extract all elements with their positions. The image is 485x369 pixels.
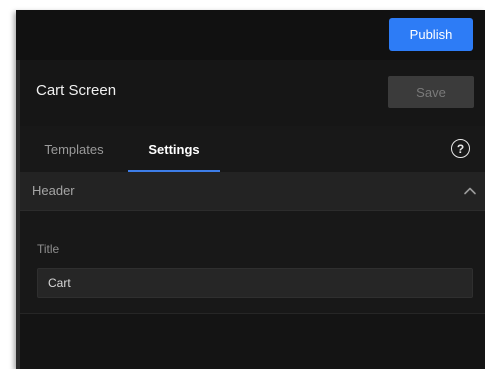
top-bar: Publish bbox=[16, 10, 485, 60]
help-circle-icon[interactable]: ? bbox=[451, 139, 470, 158]
screen-header: Cart Screen Save bbox=[20, 60, 485, 126]
publish-button[interactable]: Publish bbox=[389, 18, 473, 51]
panel-empty-area bbox=[20, 314, 485, 369]
app-window: Publish Cart Screen Save Templates Setti… bbox=[16, 10, 485, 369]
section-label: Header bbox=[32, 183, 75, 198]
tab-settings[interactable]: Settings bbox=[128, 126, 220, 172]
chevron-up-icon[interactable] bbox=[463, 184, 477, 198]
section-header-header[interactable]: Header bbox=[20, 172, 485, 211]
title-input[interactable] bbox=[37, 268, 473, 298]
tab-bar: Templates Settings ? bbox=[20, 126, 485, 172]
section-body: Title bbox=[20, 211, 485, 314]
tab-templates[interactable]: Templates bbox=[32, 126, 116, 172]
title-field-label: Title bbox=[37, 242, 60, 256]
settings-panel: Cart Screen Save Templates Settings ? He… bbox=[20, 60, 485, 369]
save-button[interactable]: Save bbox=[388, 76, 474, 108]
screen-title: Cart Screen bbox=[36, 82, 117, 99]
